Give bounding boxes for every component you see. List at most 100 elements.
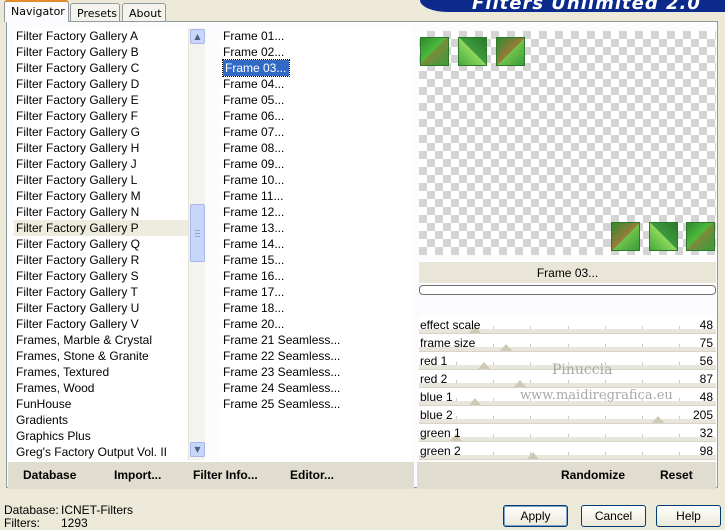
chevron-up-icon[interactable]: ▲ xyxy=(190,29,205,44)
database-button[interactable]: Database xyxy=(23,468,76,482)
filter-item[interactable]: Frame 24 Seamless... xyxy=(221,380,411,396)
category-item[interactable]: Filter Factory Gallery P xyxy=(14,220,188,236)
category-item[interactable]: Frames, Stone & Granite xyxy=(14,348,188,364)
category-item[interactable]: Filter Factory Gallery A xyxy=(14,28,188,44)
filter-list[interactable]: Frame 01... Frame 02... Frame 03... Frame 0… xyxy=(221,28,411,460)
slider-green-2[interactable]: green 2 98 xyxy=(419,442,716,460)
slider-effect-scale[interactable]: effect scale 48 xyxy=(419,316,716,334)
slider-knob[interactable] xyxy=(468,398,481,405)
slider-track[interactable] xyxy=(419,455,716,459)
filter-item[interactable]: Frame 25 Seamless... xyxy=(221,396,411,412)
filter-item[interactable]: Frame 23 Seamless... xyxy=(221,364,411,380)
slider-value: 32 xyxy=(699,426,713,440)
slider-tick xyxy=(641,344,643,347)
category-item[interactable]: Filter Factory Gallery B xyxy=(14,44,188,60)
category-item[interactable]: Filter Factory Gallery U xyxy=(14,300,188,316)
category-item[interactable]: Filter Factory Gallery C xyxy=(14,60,188,76)
slider-tick xyxy=(456,416,458,419)
list-button-bar: Database Import... Filter Info... Editor… xyxy=(8,461,414,489)
slider-label: red 2 xyxy=(420,372,448,386)
slider-track[interactable] xyxy=(419,419,716,423)
tab-about[interactable]: About xyxy=(122,3,166,22)
tab-presets[interactable]: Presets xyxy=(70,3,120,22)
filter-item[interactable]: Frame 09... xyxy=(221,156,411,172)
category-item[interactable]: Filter Factory Gallery D xyxy=(14,76,188,92)
slider-track[interactable] xyxy=(419,383,716,387)
filter-item[interactable]: Frame 06... xyxy=(221,108,411,124)
filter-item[interactable]: Frame 02... xyxy=(221,44,411,60)
reset-button[interactable]: Reset xyxy=(660,468,693,482)
cancel-button[interactable]: Cancel xyxy=(581,505,646,527)
slider-green-1[interactable]: green 1 32 xyxy=(419,424,716,442)
category-item[interactable]: Gradients xyxy=(14,412,188,428)
editor-button[interactable]: Editor... xyxy=(290,468,334,482)
filter-item[interactable]: Frame 03... xyxy=(221,59,411,77)
filter-item[interactable]: Frame 21 Seamless... xyxy=(221,332,411,348)
slider-knob[interactable] xyxy=(478,362,491,369)
filter-item[interactable]: Frame 11... xyxy=(221,188,411,204)
filter-item[interactable]: Frame 13... xyxy=(221,220,411,236)
category-item[interactable]: Filter Factory Gallery R xyxy=(14,252,188,268)
slider-knob[interactable] xyxy=(514,380,527,387)
slider-knob[interactable] xyxy=(500,344,513,351)
slider-tick xyxy=(530,434,532,437)
slider-tick xyxy=(678,344,680,347)
slider-tick xyxy=(641,362,643,365)
category-item[interactable]: Filter Factory Gallery F xyxy=(14,108,188,124)
filter-item[interactable]: Frame 05... xyxy=(221,92,411,108)
category-scrollbar[interactable]: ▲ ▼ xyxy=(188,28,205,460)
category-item[interactable]: Graphics Plus xyxy=(14,428,188,444)
chevron-down-icon[interactable]: ▼ xyxy=(190,442,205,457)
category-item[interactable]: Frames, Textured xyxy=(14,364,188,380)
filter-item-label: Frame 07... xyxy=(223,125,285,139)
filter-item[interactable]: Frame 04... xyxy=(221,76,411,92)
tab-navigator[interactable]: Navigator xyxy=(4,0,69,22)
category-item[interactable]: Greg's Factory Output Vol. II xyxy=(14,444,188,460)
import-button[interactable]: Import... xyxy=(114,468,161,482)
category-item[interactable]: Frames, Marble & Crystal xyxy=(14,332,188,348)
scroll-thumb[interactable] xyxy=(190,204,205,262)
filter-item[interactable]: Frame 22 Seamless... xyxy=(221,348,411,364)
filter-item[interactable]: Frame 18... xyxy=(221,300,411,316)
category-item[interactable]: Filter Factory Gallery V xyxy=(14,316,188,332)
apply-button[interactable]: Apply xyxy=(503,505,568,527)
category-item[interactable]: Filter Factory Gallery E xyxy=(14,92,188,108)
slider-track[interactable] xyxy=(419,437,716,441)
slider-blue-2[interactable]: blue 2 205 xyxy=(419,406,716,424)
filter-item[interactable]: Frame 15... xyxy=(221,252,411,268)
slider-value: 48 xyxy=(699,318,713,332)
category-item[interactable]: Filter Factory Gallery L xyxy=(14,172,188,188)
slider-knob[interactable] xyxy=(527,452,540,459)
category-item[interactable]: FunHouse xyxy=(14,396,188,412)
filter-item[interactable]: Frame 12... xyxy=(221,204,411,220)
randomize-button[interactable]: Randomize xyxy=(561,468,625,482)
slider-button-bar: Randomize Reset xyxy=(417,461,716,489)
category-list[interactable]: Filter Factory Gallery A Filter Factory G… xyxy=(14,28,188,460)
category-item[interactable]: Filter Factory Gallery T xyxy=(14,284,188,300)
filter-item[interactable]: Frame 01... xyxy=(221,28,411,44)
slider-frame-size[interactable]: frame size 75 xyxy=(419,334,716,352)
category-item[interactable]: Filter Factory Gallery G xyxy=(14,124,188,140)
progress-bar xyxy=(419,285,716,295)
filter-item[interactable]: Frame 16... xyxy=(221,268,411,284)
category-item[interactable]: Filter Factory Gallery S xyxy=(14,268,188,284)
filter-info-button[interactable]: Filter Info... xyxy=(193,468,258,482)
slider-tick xyxy=(567,326,569,329)
category-item[interactable]: Filter Factory Gallery H xyxy=(14,140,188,156)
filter-item[interactable]: Frame 10... xyxy=(221,172,411,188)
category-item[interactable]: Filter Factory Gallery M xyxy=(14,188,188,204)
filter-item[interactable]: Frame 20... xyxy=(221,316,411,332)
filter-item[interactable]: Frame 07... xyxy=(221,124,411,140)
filter-item[interactable]: Frame 17... xyxy=(221,284,411,300)
filter-item-label: Frame 25 Seamless... xyxy=(223,397,341,411)
watermark-line1: Pinuccia xyxy=(552,362,613,378)
category-item[interactable]: Filter Factory Gallery N xyxy=(14,204,188,220)
help-button[interactable]: Help xyxy=(656,505,721,527)
filter-item[interactable]: Frame 08... xyxy=(221,140,411,156)
filter-item-label: Frame 13... xyxy=(223,221,285,235)
filter-item[interactable]: Frame 14... xyxy=(221,236,411,252)
slider-knob[interactable] xyxy=(651,416,664,423)
category-item[interactable]: Frames, Wood xyxy=(14,380,188,396)
category-item[interactable]: Filter Factory Gallery J xyxy=(14,156,188,172)
category-item[interactable]: Filter Factory Gallery Q xyxy=(14,236,188,252)
